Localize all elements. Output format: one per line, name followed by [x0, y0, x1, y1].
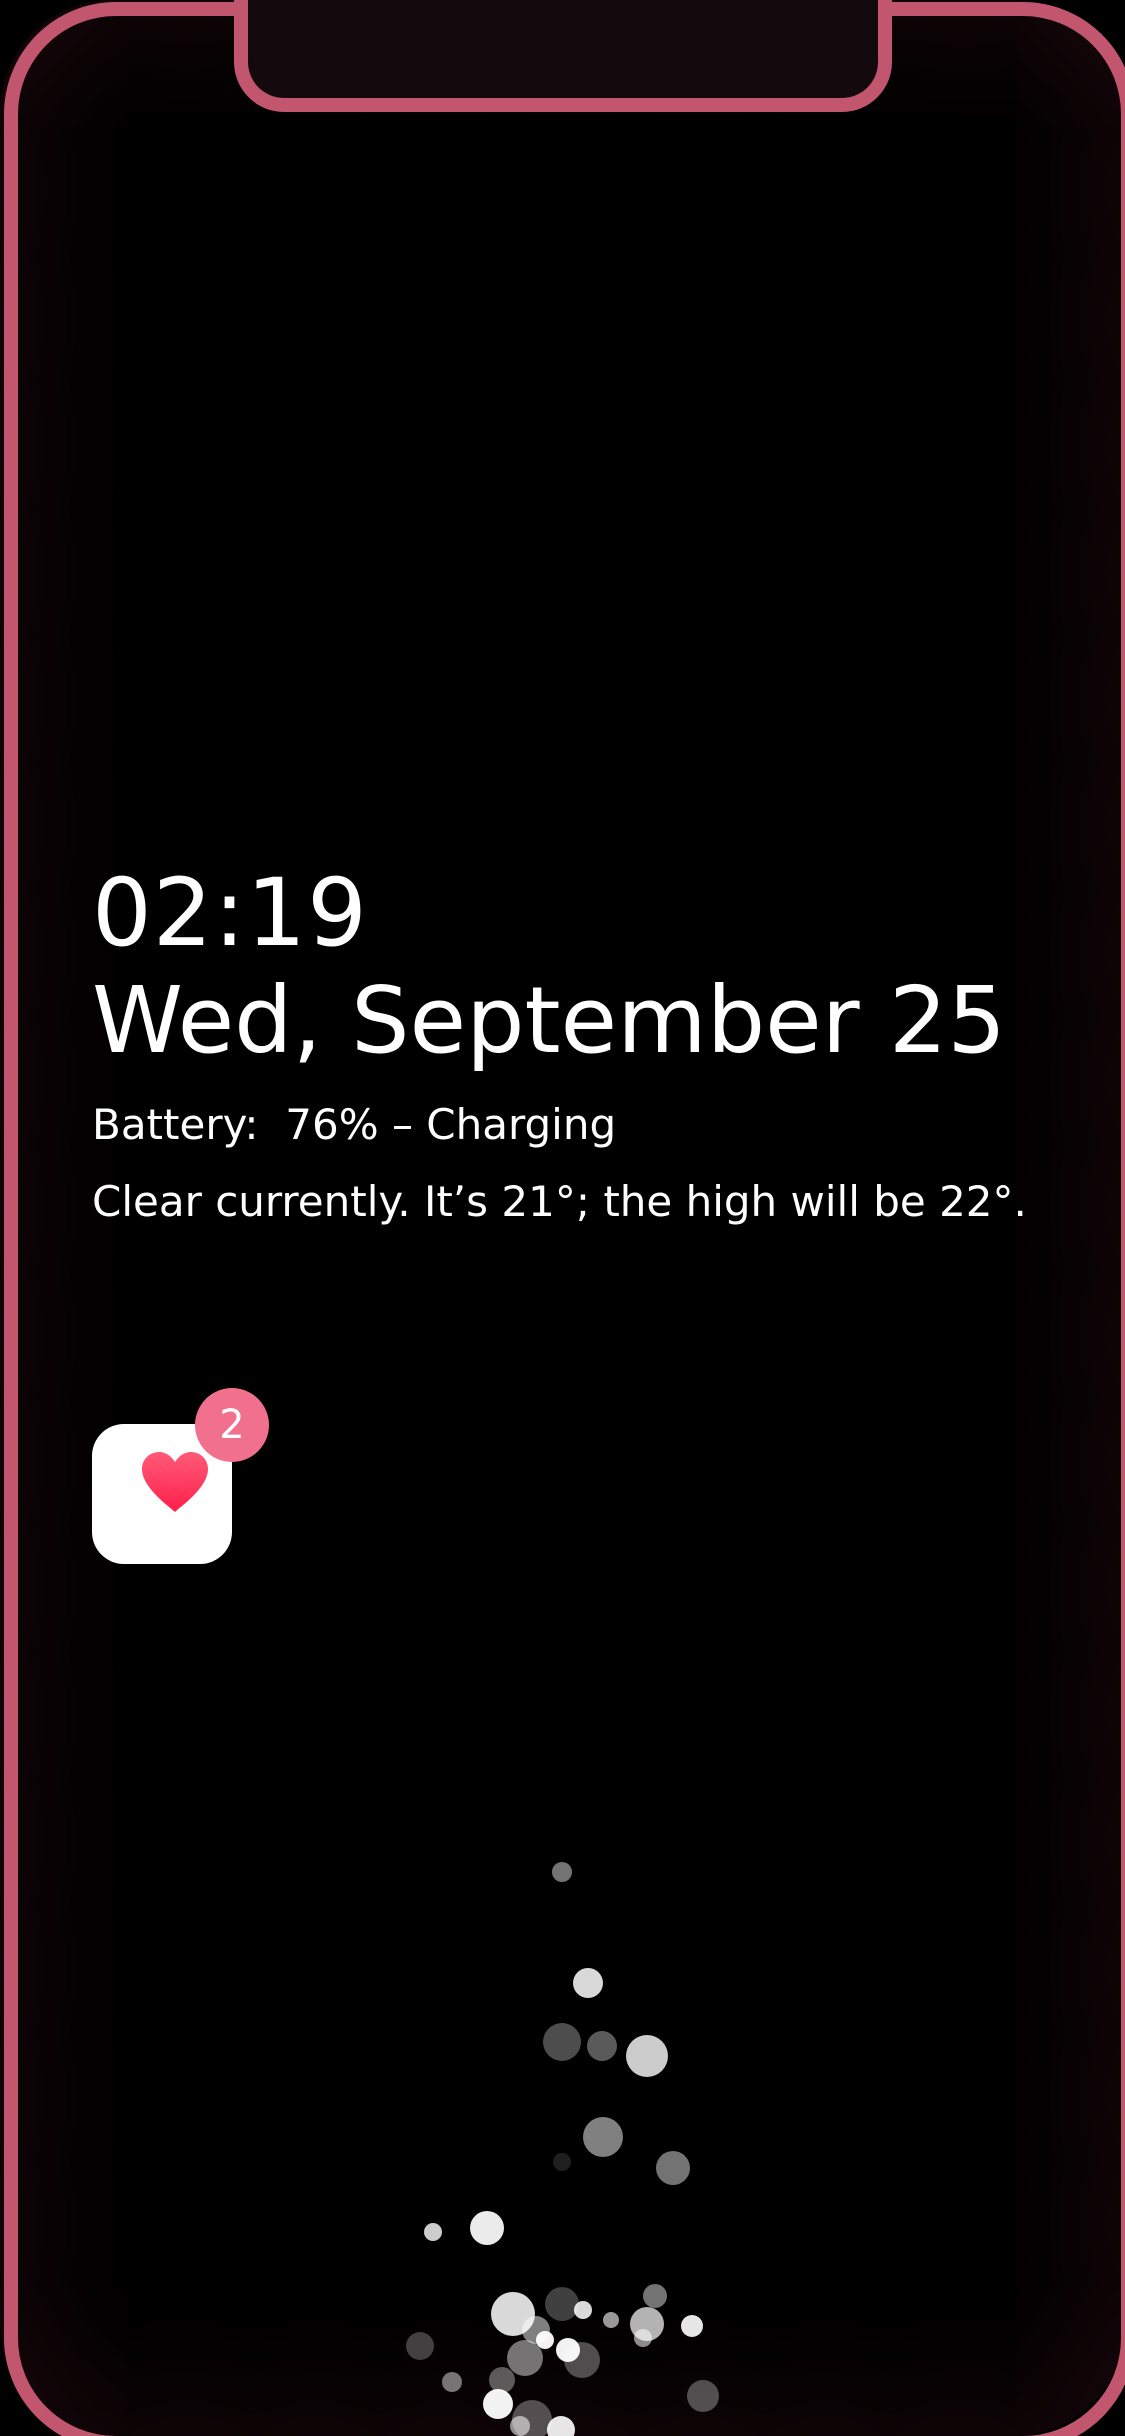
particle-dot [573, 1968, 603, 1998]
particle-dot [424, 2223, 442, 2241]
notification-badge: 2 [195, 1388, 269, 1462]
particle-dot [687, 2380, 719, 2412]
particle-dot [553, 2153, 571, 2171]
weather-summary: Clear currently. It’s 21°; the high will… [92, 1177, 1027, 1226]
particle-dot [470, 2211, 504, 2245]
clock-time: 02:19 [92, 859, 368, 968]
clock-date: Wed, September 25 [92, 967, 1006, 1074]
particle-dot [536, 2331, 554, 2349]
particle-dot [510, 2416, 530, 2436]
particle-dot [643, 2284, 667, 2308]
heart-icon [142, 1452, 208, 1512]
particle-dot [543, 2023, 581, 2061]
particle-dot [552, 1862, 572, 1882]
particle-dot [507, 2340, 543, 2376]
particle-dot [681, 2315, 703, 2337]
particle-dot [583, 2117, 623, 2157]
info-block: 02:19 Wed, September 25 Battery: 76% – C… [92, 858, 1027, 1227]
charging-particles [406, 1862, 719, 2436]
particle-dot [406, 2332, 434, 2360]
particle-dot [574, 2301, 592, 2319]
particle-dot [442, 2372, 462, 2392]
particle-dot [489, 2367, 515, 2393]
particle-dot [545, 2287, 579, 2321]
particle-dot [626, 2035, 668, 2077]
particle-dot [564, 2342, 600, 2378]
particle-dot [634, 2329, 652, 2347]
particle-dot [587, 2031, 617, 2061]
lock-screen: 02:19 Wed, September 25 Battery: 76% – C… [0, 0, 1125, 2436]
battery-status: Battery: 76% – Charging [92, 1100, 617, 1149]
particle-dot [603, 2312, 619, 2328]
device-notch [234, 0, 892, 112]
particle-dot [483, 2389, 513, 2419]
particle-dot [656, 2151, 690, 2185]
